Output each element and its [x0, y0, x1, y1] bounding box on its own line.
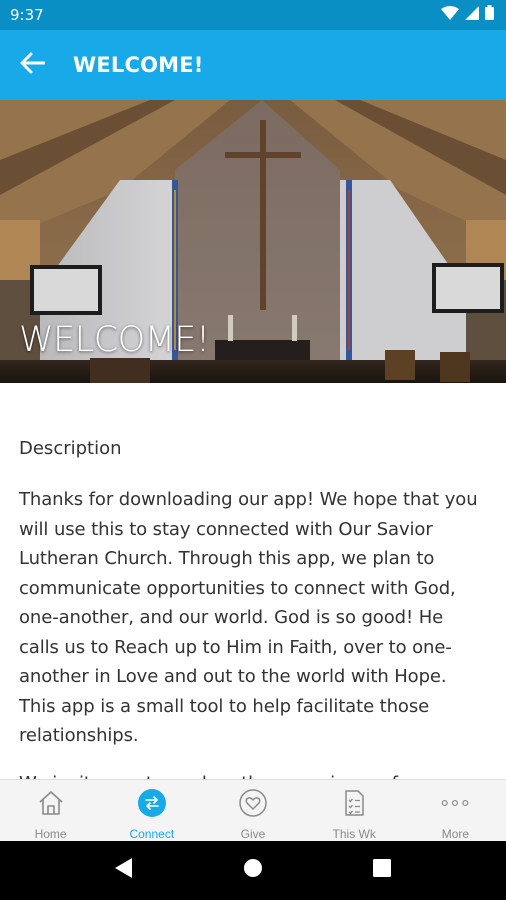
nav-item-more[interactable]: More: [405, 780, 506, 841]
description-paragraph: We invite you to explore the app, sign u…: [19, 769, 487, 780]
home-icon: [36, 788, 66, 818]
arrow-back-icon: [19, 52, 46, 79]
nav-label: Give: [240, 827, 266, 841]
system-home-button[interactable]: [238, 856, 268, 886]
connect-icon: [137, 788, 167, 818]
nav-item-connect[interactable]: Connect: [101, 780, 202, 841]
nav-label: More: [441, 827, 470, 841]
triangle-back-icon: [114, 857, 134, 884]
checklist-icon: [339, 788, 369, 818]
battery-icon: [485, 5, 494, 25]
nav-label: This Wk: [332, 827, 376, 841]
circle-home-icon: [243, 858, 263, 883]
status-bar: 9:37: [0, 0, 506, 30]
app-bar: WELCOME!: [0, 30, 506, 100]
status-icons: [441, 5, 494, 25]
square-recents-icon: [372, 859, 391, 882]
give-icon: [238, 788, 268, 818]
back-button[interactable]: [0, 30, 64, 100]
hero-image: WELCOME!: [0, 100, 506, 383]
content-area[interactable]: Description Thanks for downloading our a…: [0, 383, 506, 779]
nav-item-this-week[interactable]: This Wk: [304, 780, 405, 841]
bottom-nav: Home Connect Give This Wk More: [0, 779, 506, 841]
description-heading: Description: [19, 438, 122, 459]
nav-label: Home: [34, 827, 67, 841]
more-icon: [440, 788, 470, 818]
nav-item-give[interactable]: Give: [202, 780, 303, 841]
system-recents-button[interactable]: [367, 856, 397, 886]
wifi-icon: [441, 5, 459, 25]
nav-item-home[interactable]: Home: [0, 780, 101, 841]
page-title: WELCOME!: [73, 53, 204, 77]
hero-title: WELCOME!: [19, 320, 210, 360]
description-paragraph: Thanks for downloading our app! We hope …: [19, 489, 478, 746]
system-back-button[interactable]: [109, 856, 139, 886]
status-time: 9:37: [10, 6, 44, 24]
signal-icon: [465, 5, 479, 25]
system-nav-bar: [0, 841, 506, 900]
nav-label: Connect: [129, 827, 175, 841]
